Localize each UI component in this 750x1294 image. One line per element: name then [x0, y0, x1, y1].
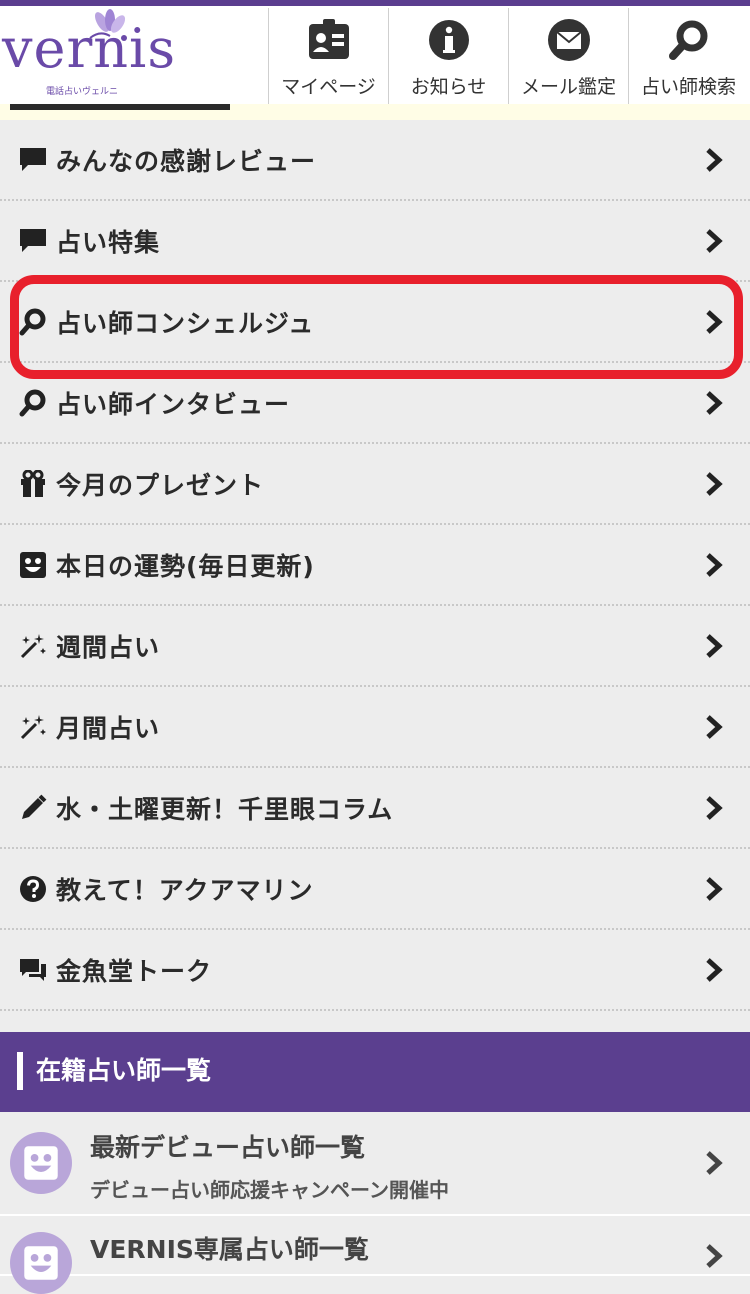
- section-accent-bar: [17, 1052, 23, 1090]
- smiley-avatar-icon: [10, 1232, 72, 1294]
- id-card-icon: [307, 18, 351, 62]
- menu-item-label: 占い師コンシェルジュ: [56, 308, 315, 338]
- menu-item-present[interactable]: 今月のプレゼント: [0, 444, 750, 525]
- menu-item-label: 月間占い: [56, 713, 161, 743]
- menu-item-label: 週間占い: [56, 632, 161, 662]
- chevron-right-icon: [706, 633, 723, 658]
- header-top-border: [0, 0, 750, 6]
- menu-item-label: 教えて！アクアマリン: [56, 875, 314, 905]
- menu-item-label: 占い特集: [56, 227, 161, 257]
- vernis-logo[interactable]: vernis 電話占いヴェルニ: [0, 8, 268, 104]
- menu-item-label: 本日の運勢(毎日更新): [56, 551, 315, 581]
- section-header: 在籍占い師一覧: [0, 1032, 750, 1112]
- chevron-right-icon: [706, 795, 723, 820]
- gift-icon: [18, 469, 48, 499]
- menu-item-reviews[interactable]: みんなの感謝レビュー: [0, 120, 750, 201]
- chevron-right-icon: [706, 714, 723, 739]
- chevron-right-icon: [706, 471, 723, 496]
- question-icon: [18, 874, 48, 904]
- chevron-right-icon: [706, 1244, 723, 1268]
- mail-icon: [547, 18, 591, 62]
- search-icon: [18, 388, 48, 418]
- menu-item-features[interactable]: 占い特集: [0, 201, 750, 282]
- banner-image-edge: [10, 104, 230, 110]
- speech-bubble-icon: [18, 226, 48, 256]
- nav-label: マイページ: [281, 76, 376, 98]
- nav-fortuneteller-search[interactable]: 占い師検索: [628, 8, 748, 104]
- chevron-right-icon: [706, 957, 723, 982]
- app-header: vernis 電話占いヴェルニ マイページ お知らせ メール鑑定 占い師検索: [0, 0, 750, 104]
- chat-bubbles-icon: [18, 955, 48, 985]
- chevron-right-icon: [706, 1151, 723, 1175]
- menu-item-concierge[interactable]: 占い師コンシェルジュ: [0, 282, 750, 363]
- menu-item-label: 水・土曜更新！千里眼コラム: [56, 794, 394, 824]
- nav-label: メール鑑定: [520, 76, 616, 98]
- chevron-right-icon: [706, 309, 723, 334]
- magic-wand-icon: [18, 631, 48, 661]
- nav-mypage[interactable]: マイページ: [268, 8, 388, 104]
- chevron-right-icon: [706, 876, 723, 901]
- nav-label: 占い師検索: [640, 76, 736, 98]
- menu-item-aquamarine[interactable]: 教えて！アクアマリン: [0, 849, 750, 930]
- pencil-icon: [18, 793, 48, 823]
- menu-item-interview[interactable]: 占い師インタビュー: [0, 363, 750, 444]
- speech-bubble-icon: [18, 145, 48, 175]
- search-icon: [667, 18, 711, 62]
- search-icon: [18, 307, 48, 337]
- menu-item-kingyodo-talk[interactable]: 金魚堂トーク: [0, 930, 750, 1011]
- smiley-icon: [18, 550, 48, 580]
- chevron-right-icon: [706, 147, 723, 172]
- smiley-avatar-icon: [10, 1132, 72, 1194]
- menu-list: みんなの感謝レビュー 占い特集 占い師コンシェルジュ 占い師インタビュー 今月の…: [0, 120, 750, 1011]
- chevron-right-icon: [706, 390, 723, 415]
- list-item-title: 最新デビュー占い師一覧: [90, 1133, 366, 1162]
- menu-item-weekly-fortune[interactable]: 週間占い: [0, 606, 750, 687]
- info-icon: [427, 18, 471, 62]
- menu-item-monthly-fortune[interactable]: 月間占い: [0, 687, 750, 768]
- menu-item-daily-fortune[interactable]: 本日の運勢(毎日更新): [0, 525, 750, 606]
- header-nav: マイページ お知らせ メール鑑定 占い師検索: [268, 8, 748, 104]
- menu-item-label: みんなの感謝レビュー: [56, 146, 317, 176]
- menu-item-column[interactable]: 水・土曜更新！千里眼コラム: [0, 768, 750, 849]
- menu-item-label: 占い師インタビュー: [56, 389, 291, 419]
- nav-label: お知らせ: [410, 76, 487, 98]
- list-item-subtitle: デビュー占い師応援キャンペーン開催中: [90, 1178, 449, 1202]
- menu-item-label: 金魚堂トーク: [56, 956, 213, 986]
- list-item-title: VERNIS専属占い師一覧: [90, 1235, 369, 1264]
- chevron-right-icon: [706, 228, 723, 253]
- nav-news[interactable]: お知らせ: [388, 8, 508, 104]
- list-item-exclusive[interactable]: VERNIS専属占い師一覧: [0, 1216, 750, 1294]
- logo-wordmark: vernis: [2, 17, 177, 80]
- menu-item-label: 今月のプレゼント: [56, 470, 265, 500]
- section-title: 在籍占い師一覧: [36, 1056, 212, 1085]
- list-item-new-debut[interactable]: 最新デビュー占い師一覧 デビュー占い師応援キャンペーン開催中: [0, 1112, 750, 1216]
- logo-subtext: 電話占いヴェルニ: [46, 87, 119, 97]
- nav-mail-reading[interactable]: メール鑑定: [508, 8, 628, 104]
- chevron-right-icon: [706, 552, 723, 577]
- magic-wand-icon: [18, 712, 48, 742]
